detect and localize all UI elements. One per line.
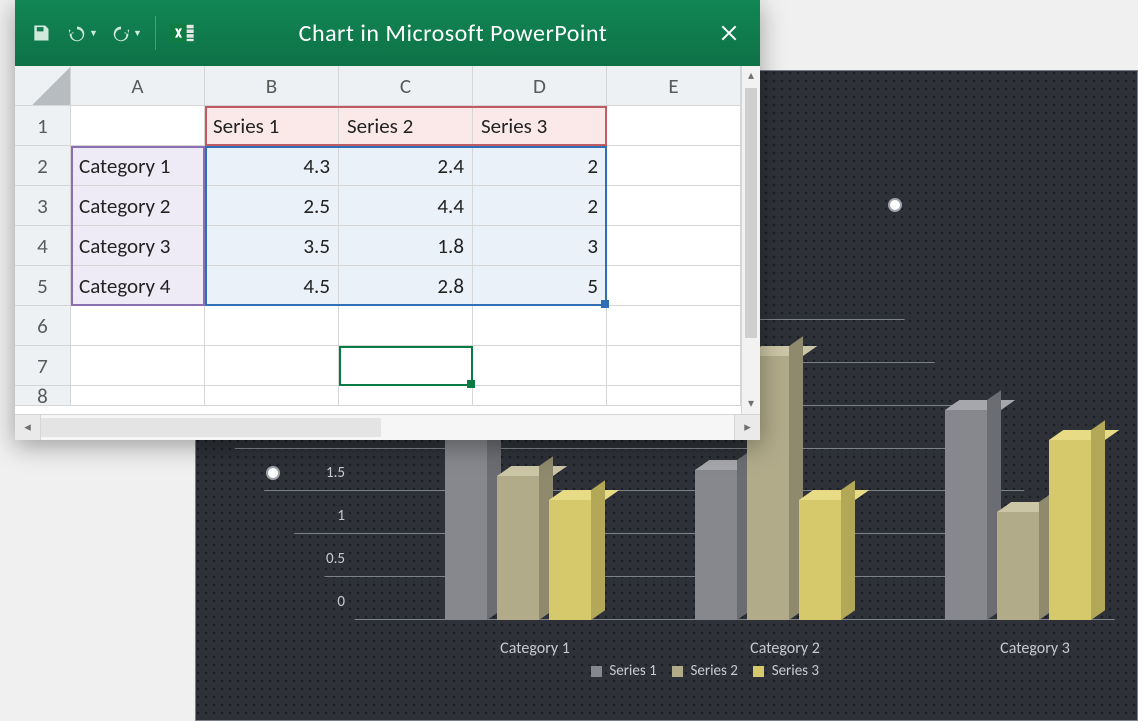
bar-s1-c3[interactable]: [945, 410, 987, 620]
cell-D2[interactable]: 2: [473, 146, 607, 186]
row-header-1[interactable]: 1: [15, 106, 71, 146]
cell-E2[interactable]: [607, 146, 741, 186]
excel-icon[interactable]: [164, 15, 200, 51]
legend-label: Series 3: [772, 662, 819, 680]
legend-item-series2[interactable]: Series 2: [672, 662, 738, 680]
scroll-up-button[interactable]: ▴: [742, 66, 760, 86]
horizontal-scroll-track[interactable]: [41, 415, 734, 440]
scroll-right-button[interactable]: ▸: [734, 415, 760, 440]
cell-B4[interactable]: 3.5: [205, 226, 339, 266]
chart-data-editor-window: ▼ ▼ Chart in Microsoft PowerPoint A B C …: [15, 0, 760, 440]
row-header-4[interactable]: 4: [15, 226, 71, 266]
bar-s3-c2[interactable]: [799, 500, 841, 620]
cell-C1[interactable]: Series 2: [339, 106, 473, 146]
cell-E3[interactable]: [607, 186, 741, 226]
select-all-corner[interactable]: [15, 66, 71, 106]
cell-A4[interactable]: Category 3: [71, 226, 205, 266]
cell-E8[interactable]: [607, 386, 741, 406]
legend-swatch: [591, 666, 602, 677]
save-button[interactable]: [23, 15, 59, 51]
cell-C2[interactable]: 2.4: [339, 146, 473, 186]
cell-A5[interactable]: Category 4: [71, 266, 205, 306]
row-header-6[interactable]: 6: [15, 306, 71, 346]
chart-resize-handle-top[interactable]: [888, 198, 902, 212]
legend-swatch: [753, 666, 764, 677]
cell-E4[interactable]: [607, 226, 741, 266]
cell-C8[interactable]: [339, 386, 473, 406]
cell-A8[interactable]: [71, 386, 205, 406]
col-header-B[interactable]: B: [205, 66, 339, 106]
bar-s3-c1[interactable]: [549, 500, 591, 620]
cell-B2[interactable]: 4.3: [205, 146, 339, 186]
row-header-8[interactable]: 8: [15, 386, 71, 406]
col-header-C[interactable]: C: [339, 66, 473, 106]
legend-swatch: [672, 666, 683, 677]
cell-A3[interactable]: Category 2: [71, 186, 205, 226]
legend-label: Series 2: [691, 662, 738, 680]
legend-item-series3[interactable]: Series 3: [753, 662, 819, 680]
bar-s1-c2[interactable]: [695, 470, 737, 620]
vertical-scroll-thumb[interactable]: [745, 88, 757, 338]
cell-C5[interactable]: 2.8: [339, 266, 473, 306]
cell-D5[interactable]: 5: [473, 266, 607, 306]
scroll-down-button[interactable]: ▾: [742, 394, 760, 414]
cell-E1[interactable]: [607, 106, 741, 146]
cell-B8[interactable]: [205, 386, 339, 406]
cell-E5[interactable]: [607, 266, 741, 306]
cell-A2[interactable]: Category 1: [71, 146, 205, 186]
scroll-left-button[interactable]: ◂: [15, 415, 41, 440]
cell-A6[interactable]: [71, 306, 205, 346]
x-category-label: Category 1: [445, 639, 625, 658]
redo-dropdown[interactable]: ▼: [133, 28, 145, 39]
cell-B5[interactable]: 4.5: [205, 266, 339, 306]
col-header-D[interactable]: D: [473, 66, 607, 106]
horizontal-scroll-thumb[interactable]: [41, 418, 381, 437]
bar-s2-c1[interactable]: [497, 476, 539, 620]
row-header-7[interactable]: 7: [15, 346, 71, 386]
toolbar-divider: [155, 16, 156, 50]
row-header-3[interactable]: 3: [15, 186, 71, 226]
cell-A1[interactable]: [71, 106, 205, 146]
x-category-label: Category 3: [945, 639, 1125, 658]
spreadsheet-grid[interactable]: A B C D E 1 Series 1 Series 2 Series 3 2…: [15, 66, 741, 414]
row-header-2[interactable]: 2: [15, 146, 71, 186]
cell-D7[interactable]: [473, 346, 607, 386]
cell-D4[interactable]: 3: [473, 226, 607, 266]
cell-C4[interactable]: 1.8: [339, 226, 473, 266]
col-header-E[interactable]: E: [607, 66, 741, 106]
chart-legend[interactable]: Series 1 Series 2 Series 3: [295, 662, 1115, 680]
undo-dropdown[interactable]: ▼: [89, 28, 101, 39]
cell-A7[interactable]: [71, 346, 205, 386]
horizontal-scrollbar[interactable]: ◂ ▸: [15, 414, 760, 440]
window-title: Chart in Microsoft PowerPoint: [200, 19, 706, 48]
cell-C7[interactable]: [339, 346, 473, 386]
legend-item-series1[interactable]: Series 1: [591, 662, 657, 680]
x-category-label: Category 2: [695, 639, 875, 658]
cell-D6[interactable]: [473, 306, 607, 346]
bar-s3-c3[interactable]: [1049, 440, 1091, 620]
vertical-scrollbar[interactable]: ▴ ▾: [741, 66, 760, 414]
row-header-5[interactable]: 5: [15, 266, 71, 306]
cell-C3[interactable]: 4.4: [339, 186, 473, 226]
window-titlebar[interactable]: ▼ ▼ Chart in Microsoft PowerPoint: [15, 0, 760, 66]
col-header-A[interactable]: A: [71, 66, 205, 106]
cell-B3[interactable]: 2.5: [205, 186, 339, 226]
close-button[interactable]: [706, 10, 752, 56]
cell-B7[interactable]: [205, 346, 339, 386]
cell-E7[interactable]: [607, 346, 741, 386]
cell-E6[interactable]: [607, 306, 741, 346]
cell-D1[interactable]: Series 3: [473, 106, 607, 146]
cell-B1[interactable]: Series 1: [205, 106, 339, 146]
cell-D3[interactable]: 2: [473, 186, 607, 226]
legend-label: Series 1: [609, 662, 656, 680]
cell-D8[interactable]: [473, 386, 607, 406]
bar-s2-c3[interactable]: [997, 512, 1039, 620]
spreadsheet-area: A B C D E 1 Series 1 Series 2 Series 3 2…: [15, 66, 760, 414]
cell-C6[interactable]: [339, 306, 473, 346]
cell-B6[interactable]: [205, 306, 339, 346]
